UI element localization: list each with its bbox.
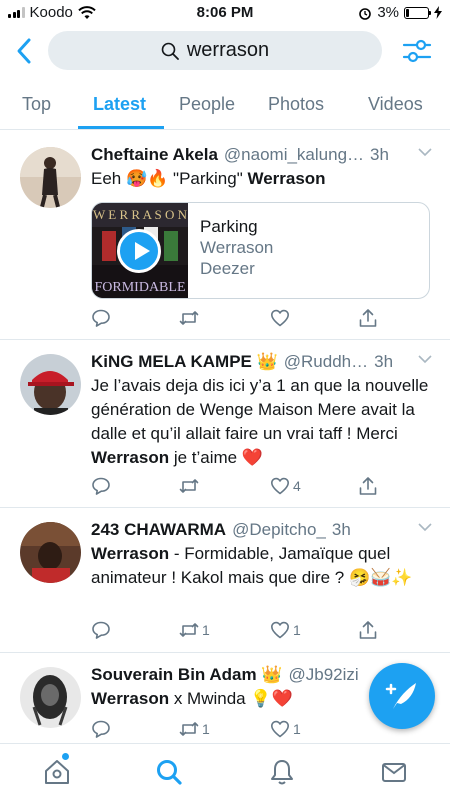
retweet-button[interactable] [179,476,199,496]
active-tab-indicator [78,126,164,129]
chevron-down-icon[interactable] [418,522,432,532]
search-input[interactable]: werrason [48,31,382,70]
search-header: werrason [0,28,450,74]
notification-dot [62,753,69,760]
compose-button[interactable] [369,663,435,729]
retweet-button[interactable]: 1 [179,719,210,739]
like-count: 1 [293,721,301,737]
search-tabs: Top Latest People Photos Videos [0,84,450,130]
tweet[interactable]: 243 CHAWARMA @Depitcho_ 3h Werrason - Fo… [0,508,450,653]
battery-icon [404,6,431,19]
tweet[interactable]: Cheftaine Akela @naomi_kalung… 3h Eeh 🥵🔥… [0,133,450,340]
album-cover: W E R R A S O N FORMIDABLE [92,203,188,298]
like-count: 4 [293,478,301,494]
status-bar: Koodo 8:06 PM 3% [0,0,450,26]
svg-text:W E R R A S O N: W E R R A S O N [93,207,188,222]
share-button[interactable] [358,476,378,496]
tab-people[interactable]: People [179,94,235,115]
like-icon [271,720,289,738]
retweet-button[interactable] [179,308,199,328]
tweet[interactable]: KiNG MELA KAMPE 👑 @Ruddh… 3h Je l’avais … [0,340,450,508]
avatar[interactable] [20,667,81,728]
like-icon [271,309,289,327]
search-query: werrason [186,39,270,61]
notifications-icon[interactable] [268,758,296,786]
avatar[interactable] [20,522,81,583]
link-card[interactable]: W E R R A S O N FORMIDABLE Parking Werra… [91,202,430,299]
tweet-actions [91,308,391,332]
tweet-actions: 1 1 [91,719,391,743]
reply-icon [92,621,110,639]
share-icon [359,309,377,327]
card-artist: Werrason [200,238,274,257]
share-icon [359,621,377,639]
retweet-button[interactable]: 1 [179,620,210,640]
share-button[interactable] [358,308,378,328]
play-icon[interactable] [117,229,161,273]
author-name[interactable]: 243 CHAWARMA [91,520,226,540]
bottom-nav [0,743,450,800]
tab-videos[interactable]: Videos [368,94,423,115]
author-handle[interactable]: @Ruddh… [284,352,368,372]
reply-button[interactable] [91,308,111,328]
retweet-count: 1 [202,721,210,737]
retweet-icon [179,311,199,325]
retweet-icon [179,722,199,736]
charging-icon [434,6,442,19]
messages-icon[interactable] [380,758,408,786]
retweet-count: 1 [202,622,210,638]
chevron-down-icon[interactable] [418,354,432,364]
like-button[interactable]: 1 [270,620,301,640]
author-handle[interactable]: @naomi_kalung… [224,145,364,165]
avatar[interactable] [20,354,81,415]
author-name[interactable]: KiNG MELA KAMPE 👑 [91,352,278,372]
home-icon[interactable] [43,758,71,786]
reply-button[interactable] [91,476,111,496]
reply-button[interactable] [91,719,111,739]
like-count: 1 [293,622,301,638]
tweet-time: 3h [331,520,351,539]
battery-percent: 3% [377,4,399,21]
search-icon [161,42,179,60]
reply-button[interactable] [91,620,111,640]
alarm-icon [359,7,372,20]
card-source: Deezer [200,259,255,278]
filter-icon[interactable] [402,36,432,66]
retweet-icon [179,623,199,637]
author-name[interactable]: Cheftaine Akela [91,145,218,165]
tab-photos[interactable]: Photos [268,94,324,115]
author-name[interactable]: Souverain Bin Adam 👑 [91,665,283,685]
share-button[interactable] [358,620,378,640]
author-handle[interactable]: @Jb92izi [289,665,359,685]
retweet-icon [179,479,199,493]
back-icon[interactable] [12,36,38,66]
like-icon [271,477,289,495]
tweet-text: Je l’avais deja dis ici y’a 1 an que la … [91,376,429,467]
share-icon [359,477,377,495]
tweet-actions: 4 [91,476,391,500]
chevron-down-icon[interactable] [418,147,432,157]
tweet-time: 3h [374,352,394,371]
compose-icon [385,683,416,709]
like-button[interactable]: 1 [270,719,301,739]
like-icon [271,621,289,639]
avatar[interactable] [20,147,81,208]
like-button[interactable]: 4 [270,476,301,496]
tweet-text: Werrason - Formidable, Jamaïque quel ani… [91,544,413,587]
tweet-actions: 1 1 [91,620,391,644]
tweet-text: Eeh 🥵🔥 "Parking" Werrason [91,169,326,188]
reply-icon [92,720,110,738]
author-handle[interactable]: @Depitcho_ [232,520,326,540]
svg-text:FORMIDABLE: FORMIDABLE [94,280,185,295]
tweet-time: 3h [370,145,389,164]
reply-icon [92,477,110,495]
explore-icon[interactable] [155,758,183,786]
tab-latest[interactable]: Latest [93,94,146,115]
like-button[interactable] [270,308,290,328]
reply-icon [92,309,110,327]
card-title: Parking [200,217,258,236]
tab-top[interactable]: Top [22,94,51,115]
